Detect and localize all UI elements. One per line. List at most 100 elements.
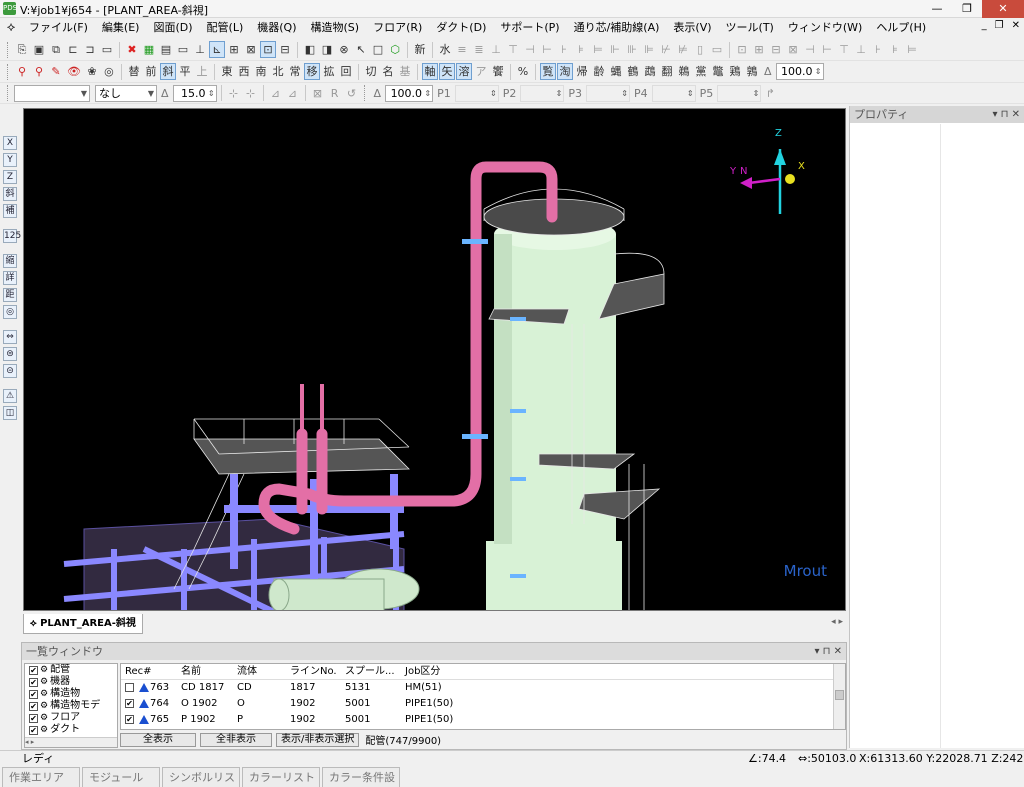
toolbar1-tool-3-icon[interactable]: ⊏ <box>65 41 81 58</box>
menu-item-9[interactable]: 通り芯/補助線(A) <box>567 18 667 38</box>
toolbar1-tool-2-icon[interactable]: ⧉ <box>48 41 64 58</box>
column-header[interactable]: Job区分 <box>401 664 521 679</box>
row-checkbox[interactable]: ✔ <box>125 698 134 708</box>
bottom-tab-0[interactable]: 作業エリア <box>2 767 80 787</box>
tree-checkbox[interactable]: ✔ <box>29 665 38 675</box>
mdi-minimize-icon[interactable]: _ <box>982 20 987 31</box>
toolbar1-tool-33-icon[interactable]: ⊩ <box>607 41 623 58</box>
left-tool-3[interactable]: 斜 <box>3 187 17 201</box>
rotate-left-icon[interactable]: ⊹ <box>226 85 242 102</box>
menu-item-6[interactable]: フロア(R) <box>366 18 429 38</box>
toolbar1-tool-18-icon[interactable]: ⊗ <box>336 41 352 58</box>
p5-field[interactable]: ⇕ <box>717 84 762 102</box>
toolbar1-tool-15-icon[interactable]: ⊟ <box>277 41 293 58</box>
toolbar2-tool-13[interactable]: 南 <box>253 63 269 80</box>
toolbar1-tool-21-icon[interactable]: ⬡ <box>387 41 403 58</box>
toolbar2-tool-1[interactable]: ⚲ <box>31 63 47 80</box>
toolbar1-tool-13-icon[interactable]: ⊠ <box>243 41 259 58</box>
record-grid[interactable]: Rec# 名前 流体 ラインNo. スプール... Job区分 763 CD 1817 CD 1… <box>120 663 846 730</box>
toolbar2-tool-34[interactable]: 鵡 <box>642 63 658 80</box>
tree-checkbox[interactable]: ✔ <box>29 677 38 687</box>
3d-viewport[interactable]: Z Y N X Mrout <box>23 108 846 611</box>
toolbar2-tool-3[interactable]: 👁 <box>65 63 83 80</box>
column-header[interactable]: Rec# <box>121 664 177 679</box>
table-row[interactable]: 763 CD 1817 CD 1817 5131 HM(51) <box>121 680 845 696</box>
toolbar2-tool-27[interactable]: % <box>515 63 531 80</box>
menu-item-4[interactable]: 機器(Q) <box>250 18 303 38</box>
toolbar1-tool-0-icon[interactable]: ⎘ <box>14 41 30 58</box>
toolbar2-value-spinner[interactable]: 100.0 ⇕ <box>775 63 824 80</box>
toolbar1-tool-29-icon[interactable]: ⊢ <box>539 41 555 58</box>
toolbar1-tool-5-icon[interactable]: ▭ <box>99 41 115 58</box>
toolbar2-tool-37[interactable]: 黨 <box>693 63 709 80</box>
toolbar2-tool-5[interactable]: ◎ <box>101 63 117 80</box>
toolbar2-tool-25[interactable]: ア <box>473 63 489 80</box>
tab-nav-arrows[interactable]: ◂ ▸ <box>831 617 843 627</box>
toolbar1-tool-38-icon[interactable]: ▯ <box>692 41 708 58</box>
toolbar2-tool-23[interactable]: 矢 <box>438 63 455 80</box>
toolbar1-tool-40-icon[interactable]: ⊡ <box>734 41 750 58</box>
table-row[interactable]: ✔ 764 O 1902 O 1902 5001 PIPE1(50) <box>121 696 845 712</box>
category-tree[interactable]: ✔ ⚙ 配管 ✔ ⚙ 機器 ✔ ⚙ 構造物 ✔ ⚙ 構造物モデ ✔ ⚙ フロア ✔ ⚙ ダクト ◂ ▸ <box>24 663 118 748</box>
toolbar1-tool-35-icon[interactable]: ⊫ <box>641 41 657 58</box>
toolbar2-tool-16[interactable]: 移 <box>303 63 320 80</box>
menu-item-8[interactable]: サポート(P) <box>493 18 566 38</box>
toolbar1-tool-28-icon[interactable]: ⊣ <box>522 41 538 58</box>
toolbar2-tool-22[interactable]: 軸 <box>421 63 438 80</box>
tree-item[interactable]: ✔ ⚙ ダクト <box>25 724 117 736</box>
toolbar1-tool-23-icon[interactable]: 水 <box>437 41 453 58</box>
list-window-controls[interactable]: ▾ ⊓ ✕ <box>814 643 842 660</box>
rotate-right-icon[interactable]: ⊹ <box>243 85 259 102</box>
toolbar1-tool-44-icon[interactable]: ⊣ <box>802 41 818 58</box>
column-header[interactable]: 名前 <box>177 664 233 679</box>
toolbar1-tool-43-icon[interactable]: ⊠ <box>785 41 801 58</box>
tree-checkbox[interactable]: ✔ <box>29 689 38 699</box>
toolbar1-tool-50-icon[interactable]: ⊨ <box>904 41 920 58</box>
toolbar1-tool-12-icon[interactable]: ⊞ <box>226 41 242 58</box>
toolbar1-tool-34-icon[interactable]: ⊪ <box>624 41 640 58</box>
minimize-button[interactable]: — <box>922 0 952 18</box>
menu-item-5[interactable]: 構造物(S) <box>304 18 367 38</box>
toolbar1-tool-48-icon[interactable]: ⊦ <box>870 41 886 58</box>
toolbar1-tool-11-icon[interactable]: ⊾ <box>209 41 225 58</box>
p3-field[interactable]: ⇕ <box>585 84 630 102</box>
tree-checkbox[interactable]: ✔ <box>29 701 38 711</box>
toolbar1-tool-41-icon[interactable]: ⊞ <box>751 41 767 58</box>
grid-vertical-scrollbar[interactable] <box>833 664 845 729</box>
toolbar2-tool-36[interactable]: 鵜 <box>676 63 692 80</box>
angle-delta-spinner[interactable]: 15.0 ⇕ <box>172 84 217 102</box>
toolbar1-tool-42-icon[interactable]: ⊟ <box>768 41 784 58</box>
column-header[interactable]: スプール... <box>341 664 401 679</box>
menu-item-11[interactable]: ツール(T) <box>719 18 781 38</box>
tree-checkbox[interactable]: ✔ <box>29 725 38 735</box>
left-tool-7[interactable]: 詳 <box>3 271 17 285</box>
column-header[interactable]: ラインNo. <box>286 664 341 679</box>
menu-item-2[interactable]: 図面(D) <box>146 18 199 38</box>
mirror-icon[interactable]: ⊿ <box>268 85 284 102</box>
tab-plant-area[interactable]: ⟡ PLANT_AREA-斜視 <box>23 614 143 634</box>
toolbar1-tool-20-icon[interactable]: □ <box>370 41 386 58</box>
route-icon[interactable]: R <box>327 85 343 102</box>
toolbar1-tool-6-icon[interactable]: ✖ <box>124 41 140 58</box>
properties-controls[interactable]: ▾ ⊓ ✕ <box>992 106 1020 123</box>
toolbar2-tool-39[interactable]: 鶏 <box>727 63 743 80</box>
toolbar1-tool-8-icon[interactable]: ▤ <box>158 41 174 58</box>
left-tool-9[interactable]: ◎ <box>3 305 17 319</box>
toolbar1-tool-19-icon[interactable]: ↖ <box>353 41 369 58</box>
toggle-visibility-button[interactable]: 表示/非表示選択 <box>276 732 360 747</box>
tree-item[interactable]: ✔ ⚙ フロア <box>25 712 117 724</box>
flip-icon[interactable]: ⊿ <box>285 85 301 102</box>
toolbar2-tool-14[interactable]: 北 <box>270 63 286 80</box>
toolbar1-tool-37-icon[interactable]: ⊭ <box>675 41 691 58</box>
toolbar1-tool-46-icon[interactable]: ⊤ <box>836 41 852 58</box>
toolbar2-tool-38[interactable]: 鼈 <box>710 63 726 80</box>
toolbar2-tool-31[interactable]: 齢 <box>591 63 607 80</box>
mdi-restore-icon[interactable]: ❐ <box>995 20 1004 31</box>
bottom-tab-1[interactable]: モジュール <box>82 767 160 787</box>
bottom-tab-2[interactable]: シンボルリスト <box>162 767 240 787</box>
row-checkbox[interactable] <box>125 682 134 692</box>
toolbar2-tool-2[interactable]: ✎ <box>48 63 64 80</box>
toolbar1-tool-1-icon[interactable]: ▣ <box>31 41 47 58</box>
p4-field[interactable]: ⇕ <box>651 84 696 102</box>
left-tool-0[interactable]: X <box>3 136 17 150</box>
